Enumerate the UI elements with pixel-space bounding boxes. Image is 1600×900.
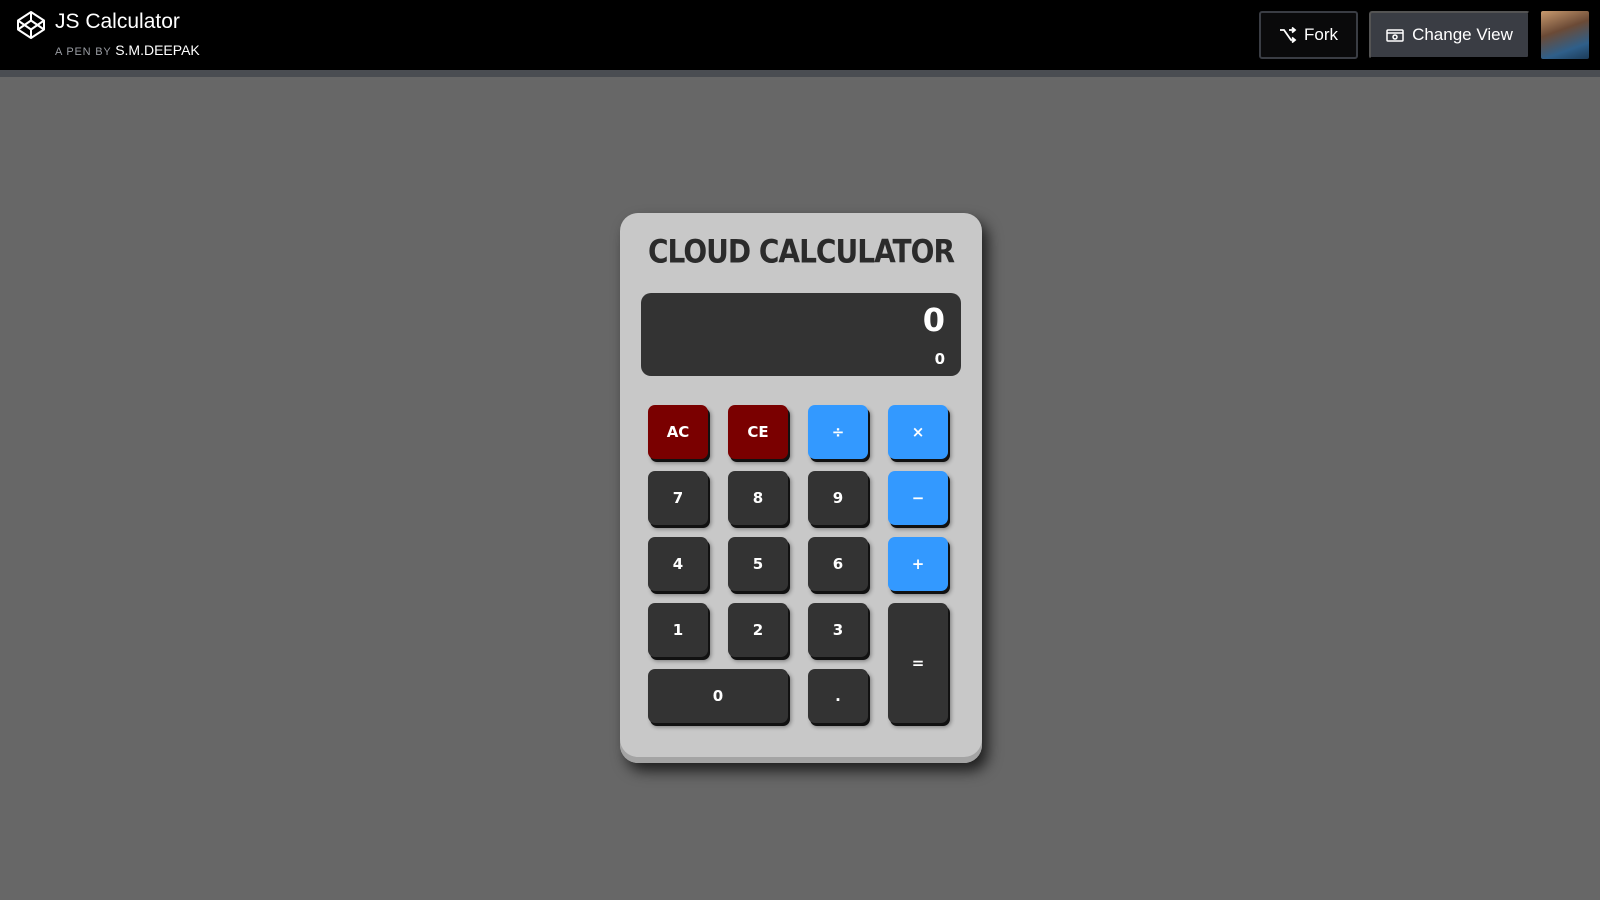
digit-5-button[interactable]: 5 (728, 537, 788, 591)
digit-4-button[interactable]: 4 (648, 537, 708, 591)
change-view-icon (1386, 29, 1404, 42)
digit-9-button[interactable]: 9 (808, 471, 868, 525)
display-history-value: 0 (934, 350, 945, 368)
header-divider (0, 70, 1600, 77)
fork-button[interactable]: Fork (1259, 11, 1358, 59)
digit-2-button[interactable]: 2 (728, 603, 788, 657)
codepen-logo-icon[interactable] (16, 10, 46, 40)
all-clear-button[interactable]: AC (648, 405, 708, 459)
change-view-button[interactable]: Change View (1369, 11, 1530, 59)
user-avatar[interactable] (1541, 11, 1589, 59)
multiply-button[interactable]: × (888, 405, 948, 459)
pen-author-link[interactable]: S.M.DEEPAK (115, 42, 200, 58)
fork-button-label: Fork (1304, 25, 1338, 44)
divide-button[interactable]: ÷ (808, 405, 868, 459)
digit-7-button[interactable]: 7 (648, 471, 708, 525)
display-main-value: 0 (922, 301, 945, 339)
calculator-title: CLOUD CALCULATOR (647, 232, 955, 271)
digit-3-button[interactable]: 3 (808, 603, 868, 657)
pen-byline: A PEN BY S.M.DEEPAK (55, 42, 200, 58)
digit-8-button[interactable]: 8 (728, 471, 788, 525)
fork-icon (1280, 27, 1297, 43)
pen-by-prefix: A PEN BY (55, 46, 112, 58)
change-view-button-label: Change View (1412, 25, 1513, 44)
digit-6-button[interactable]: 6 (808, 537, 868, 591)
clear-entry-button[interactable]: CE (728, 405, 788, 459)
codepen-header: JS Calculator A PEN BY S.M.DEEPAK Fork C… (0, 0, 1600, 70)
pen-title: JS Calculator (55, 10, 180, 33)
add-button[interactable]: + (888, 537, 948, 591)
equals-button[interactable]: = (888, 603, 948, 723)
subtract-button[interactable]: − (888, 471, 948, 525)
digit-1-button[interactable]: 1 (648, 603, 708, 657)
decimal-button[interactable]: . (808, 669, 868, 723)
digit-0-button[interactable]: 0 (648, 669, 788, 723)
calculator-display: 0 0 (641, 293, 961, 376)
calculator: CLOUD CALCULATOR 0 0 AC CE ÷ × 7 8 9 − 4… (620, 213, 982, 763)
